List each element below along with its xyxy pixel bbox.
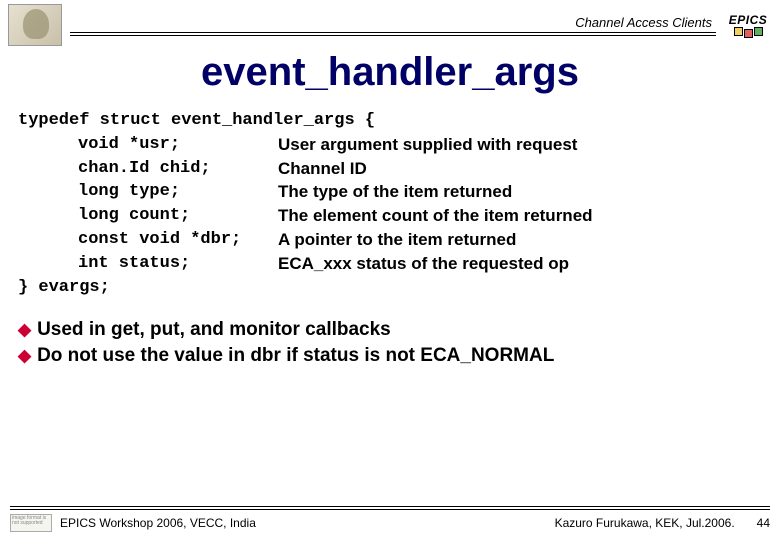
- code-decl: void *usr;: [78, 133, 278, 157]
- code-field-row: long type; The type of the item returned: [18, 180, 762, 204]
- bullet-text: Do not use the value in dbr if status is…: [37, 343, 554, 369]
- code-block: typedef struct event_handler_args { void…: [18, 109, 762, 299]
- code-desc: Channel ID: [278, 157, 762, 181]
- list-item: ◆ Used in get, put, and monitor callback…: [18, 317, 762, 343]
- code-open: typedef struct event_handler_args {: [18, 109, 762, 133]
- code-decl: chan.Id chid;: [78, 157, 278, 181]
- code-close: } evargs;: [18, 276, 762, 300]
- code-field-row: int status; ECA_xxx status of the reques…: [18, 252, 762, 276]
- broken-image-icon: image format is not supported: [10, 514, 52, 532]
- epics-logo: EPICS: [724, 13, 772, 38]
- diamond-bullet-icon: ◆: [18, 343, 31, 369]
- code-decl: int status;: [78, 252, 278, 276]
- footer-right-text: Kazuro Furukawa, KEK, Jul.2006. 44: [555, 516, 770, 530]
- list-item: ◆ Do not use the value in dbr if status …: [18, 343, 762, 369]
- footer-rule: [10, 506, 770, 510]
- epics-brand-text: EPICS: [724, 13, 772, 27]
- code-decl: const void *dbr;: [78, 228, 278, 252]
- epics-boxes-icon: [724, 29, 772, 38]
- page-number: 44: [752, 516, 770, 530]
- header-rule-area: Channel Access Clients: [70, 15, 716, 36]
- code-field-row: chan.Id chid; Channel ID: [18, 157, 762, 181]
- code-field-row: const void *dbr; A pointer to the item r…: [18, 228, 762, 252]
- code-desc: User argument supplied with request: [278, 133, 762, 157]
- page-title: event_handler_args: [0, 50, 780, 95]
- diamond-bullet-icon: ◆: [18, 317, 31, 343]
- bullet-text: Used in get, put, and monitor callbacks: [37, 317, 391, 343]
- code-field-row: void *usr; User argument supplied with r…: [18, 133, 762, 157]
- code-desc: The type of the item returned: [278, 180, 762, 204]
- footer-author: Kazuro Furukawa, KEK, Jul.2006.: [555, 516, 735, 530]
- code-desc: The element count of the item returned: [278, 204, 762, 228]
- header-rule: [70, 32, 716, 36]
- footer-left-text: EPICS Workshop 2006, VECC, India: [60, 516, 555, 530]
- code-desc: ECA_xxx status of the requested op: [278, 252, 762, 276]
- header-caption: Channel Access Clients: [70, 15, 716, 32]
- code-desc: A pointer to the item returned: [278, 228, 762, 252]
- code-decl: long count;: [78, 204, 278, 228]
- slide-header: Channel Access Clients EPICS: [0, 0, 780, 46]
- code-decl: long type;: [78, 180, 278, 204]
- emblem-logo: [8, 4, 62, 46]
- slide-footer: image format is not supported EPICS Work…: [0, 506, 780, 532]
- code-field-row: long count; The element count of the ite…: [18, 204, 762, 228]
- bullet-list: ◆ Used in get, put, and monitor callback…: [18, 317, 762, 368]
